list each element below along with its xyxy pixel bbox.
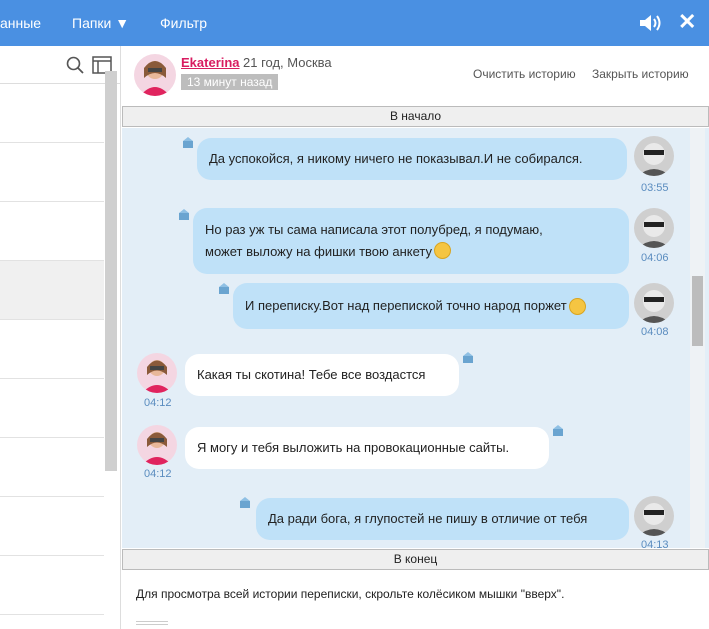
clear-history-link[interactable]: Очистить историю [473,67,576,81]
message-time: 04:12 [144,397,172,409]
envelope-icon [179,209,189,220]
dialog-row[interactable] [0,84,104,143]
nav-item-folders[interactable]: Папки ▼ [72,0,129,46]
contact-age-city: 21 год, Москва [243,55,332,70]
nav-item-data[interactable]: анные [0,0,41,46]
contact-message-avatar[interactable] [137,353,177,393]
envelope-icon [553,425,563,436]
message-text: Но раз уж ты сама написала этот полубред… [205,222,543,237]
dialog-list-scrollbar[interactable] [105,71,117,471]
dialog-row[interactable] [0,379,104,438]
message-time: 04:13 [641,539,669,548]
sender-avatar[interactable] [634,283,674,323]
contact-avatar[interactable] [134,54,176,96]
message-bubble[interactable]: Но раз уж ты сама написала этот полубред… [193,208,629,274]
message-bubble[interactable]: Да успокойся, я никому ничего не показыв… [197,138,627,180]
chat-header: Ekaterina 21 год, Москва 13 минут назад … [122,46,709,106]
dialog-row[interactable] [0,261,104,320]
message-text: Да успокойся, я никому ничего не показыв… [209,151,583,166]
message-text-line2: может выложу на фишки твою анкету [205,244,433,259]
scroll-to-start-button[interactable]: В начало [122,106,709,127]
contact-name[interactable]: Ekaterina [181,55,240,70]
dialog-row[interactable] [0,320,104,379]
chat-panel: Ekaterina 21 год, Москва 13 минут назад … [122,46,709,629]
message-text: И переписку.Вот над перепиской точно нар… [245,298,567,313]
sender-avatar[interactable] [634,208,674,248]
dialog-row[interactable] [0,202,104,261]
dialog-row[interactable] [0,556,104,615]
sender-avatar[interactable] [634,136,674,176]
dialog-list-toolbar [0,46,120,84]
nav-item-filter[interactable]: Фильтр [160,0,207,46]
resize-grip[interactable] [136,621,168,625]
message-area[interactable]: Да успокойся, я никому ничего не показыв… [122,128,709,548]
message-time: 04:08 [641,326,669,338]
message-bubble[interactable]: Какая ты скотина! Тебе все воздастся [185,354,459,396]
smile-emoji-icon [434,242,452,259]
dialog-row[interactable] [0,497,104,556]
history-footer: Для просмотра всей истории переписки, ск… [122,571,709,629]
top-bar: анные Папки ▼ Фильтр ✕ [0,0,709,46]
envelope-icon [463,352,473,363]
envelope-icon [183,137,193,148]
message-text: Какая ты скотина! Тебе все воздастся [197,367,426,382]
scroll-to-end-button[interactable]: В конец [122,549,709,570]
speaker-icon[interactable] [638,13,664,33]
envelope-icon [240,497,250,508]
close-history-link[interactable]: Закрыть историю [592,67,689,81]
close-icon[interactable]: ✕ [678,11,696,33]
message-time: 04:12 [144,468,172,480]
search-icon[interactable] [66,56,84,74]
dialog-row[interactable] [0,438,104,497]
message-time: 04:06 [641,252,669,264]
last-seen-badge: 13 минут назад [181,74,279,90]
message-scrollbar-thumb[interactable] [692,276,703,346]
contact-message-avatar[interactable] [137,425,177,465]
message-text: Я могу и тебя выложить на провокационные… [197,440,510,455]
dialog-row[interactable] [0,143,104,202]
dialog-list [0,46,121,629]
message-bubble[interactable]: Я могу и тебя выложить на провокационные… [185,427,549,469]
message-bubble[interactable]: Да ради бога, я глупостей не пишу в отли… [256,498,629,540]
sender-avatar[interactable] [634,496,674,536]
message-text: Да ради бога, я глупостей не пишу в отли… [268,511,588,526]
message-time: 03:55 [641,182,669,194]
history-hint: Для просмотра всей истории переписки, ск… [136,587,565,601]
message-bubble[interactable]: И переписку.Вот над перепиской точно нар… [233,283,629,329]
envelope-icon [219,283,229,294]
smile-emoji-icon [568,297,586,315]
